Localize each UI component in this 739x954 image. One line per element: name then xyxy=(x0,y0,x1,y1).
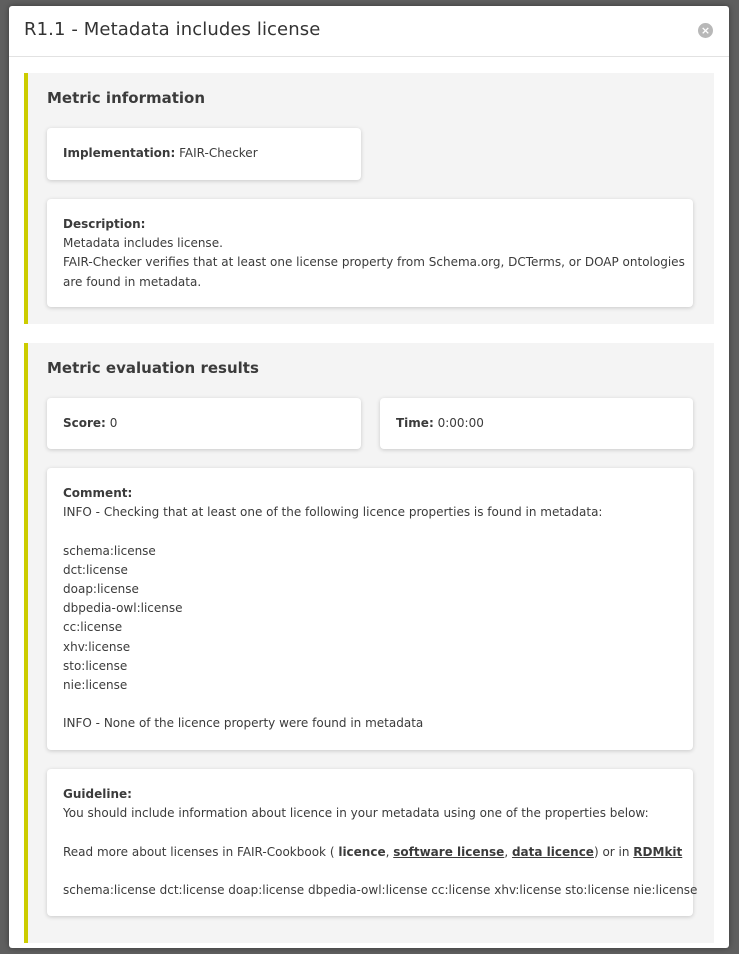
separator: , xyxy=(504,844,512,859)
implementation-label: Implementation: xyxy=(63,146,176,160)
metric-information-section: Metric information Implementation: FAIR-… xyxy=(24,73,714,324)
metric-results-heading: Metric evaluation results xyxy=(47,359,259,377)
score-value: 0 xyxy=(109,416,118,430)
guideline-card: Guideline: You should include informatio… xyxy=(47,769,698,916)
property-item: schema:license xyxy=(63,543,156,558)
close-icon[interactable]: × xyxy=(698,23,713,38)
time-card: Time: 0:00:00 xyxy=(380,398,693,449)
implementation-card: Implementation: FAIR-Checker xyxy=(47,128,361,180)
description-line: Metadata includes license. xyxy=(63,236,223,251)
property-item: nie:license xyxy=(63,678,128,693)
property-item: doap:license xyxy=(63,582,139,596)
property-item: cc:license xyxy=(63,620,123,635)
implementation-value: FAIR-Checker xyxy=(179,146,258,160)
comment-result: INFO - None of the licence property were… xyxy=(63,716,424,731)
read-more-line: Read more about licenses in FAIR-Cookboo… xyxy=(63,843,682,862)
property-item: dct:license xyxy=(63,562,128,577)
comment-intro: INFO - Checking that at least one of the… xyxy=(63,505,603,520)
guideline-label: Guideline: xyxy=(63,787,132,801)
guideline-text: You should include information about lic… xyxy=(63,806,649,821)
property-item: dbpedia-owl:license xyxy=(63,601,183,616)
modal-title: R1.1 - Metadata includes license xyxy=(24,19,321,40)
metric-modal: R1.1 - Metadata includes license × Metri… xyxy=(9,6,729,948)
read-more-middle: ) or in xyxy=(593,844,634,859)
score-label: Score: xyxy=(63,416,106,430)
score-line: Score: 0 xyxy=(63,414,345,433)
metric-results-section: Metric evaluation results Score: 0 Time:… xyxy=(24,343,714,943)
implementation-line: Implementation: FAIR-Checker xyxy=(63,144,345,163)
comment-card: Comment: INFO - Checking that at least o… xyxy=(47,468,693,750)
software-license-link[interactable]: software license xyxy=(393,845,504,859)
modal-header: R1.1 - Metadata includes license × xyxy=(9,6,729,57)
description-card: Description: Metadata includes license. … xyxy=(47,199,693,307)
time-line: Time: 0:00:00 xyxy=(396,414,677,433)
read-more-prefix: Read more about licenses in FAIR-Cookboo… xyxy=(63,844,339,859)
time-value: 0:00:00 xyxy=(437,416,484,430)
property-item: sto:license xyxy=(63,658,128,673)
property-list: schema:license dct:license doap:license … xyxy=(63,882,698,897)
time-label: Time: xyxy=(396,416,434,430)
licence-link[interactable]: licence xyxy=(338,845,385,859)
description-label: Description: xyxy=(63,217,146,231)
comment-label: Comment: xyxy=(63,486,133,500)
data-licence-link[interactable]: data licence xyxy=(512,845,594,859)
description-line: FAIR-Checker verifies that at least one … xyxy=(63,255,685,270)
score-card: Score: 0 xyxy=(47,398,361,449)
metric-information-heading: Metric information xyxy=(47,89,206,107)
rdmkit-link[interactable]: RDMkit xyxy=(633,845,682,859)
property-item: xhv:license xyxy=(63,639,131,654)
description-line: are found in metadata. xyxy=(63,274,202,289)
